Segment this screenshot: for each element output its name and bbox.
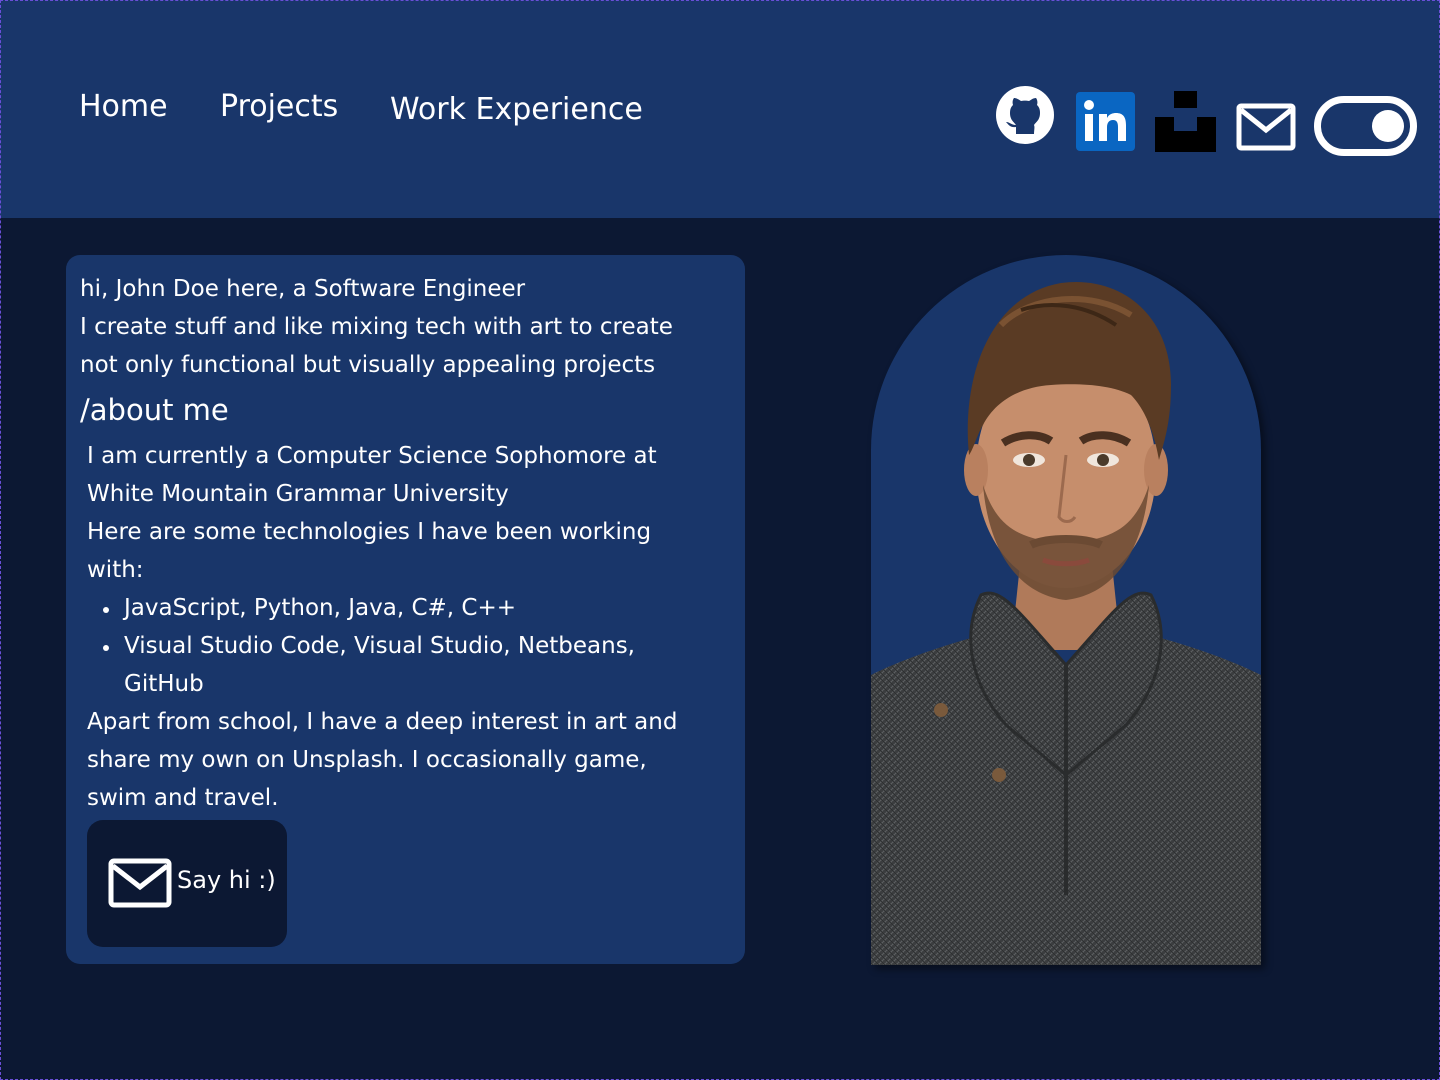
say-hi-label: Say hi :)	[177, 866, 276, 894]
about-card: hi, John Doe here, a Software Engineer I…	[66, 255, 745, 964]
site-header: Home Projects Work Experience	[0, 0, 1440, 218]
profile-photo	[871, 255, 1261, 965]
about-paragraph-3-line-1: Apart from school, I have a deep interes…	[87, 709, 678, 735]
intro-tagline-line-1: I create stuff and like mixing tech with…	[80, 314, 673, 340]
linkedin-icon[interactable]	[1076, 92, 1135, 151]
intro-greeting: hi, John Doe here, a Software Engineer	[80, 276, 526, 302]
about-paragraph-3-line-3: swim and travel.	[87, 785, 279, 811]
about-paragraph-1-line-1: I am currently a Computer Science Sophom…	[87, 443, 657, 469]
unsplash-icon[interactable]	[1155, 91, 1216, 152]
bullet-icon	[103, 645, 109, 651]
tech-list-item-tools-line-2: GitHub	[124, 671, 204, 697]
nav-work-experience-link[interactable]: Work Experience	[390, 92, 643, 127]
mail-icon	[108, 858, 172, 908]
about-paragraph-2-line-1: Here are some technologies I have been w…	[87, 519, 652, 545]
bullet-icon	[103, 607, 109, 613]
about-heading: /about me	[80, 393, 229, 427]
mail-icon[interactable]	[1236, 103, 1296, 151]
about-paragraph-1-line-2: White Mountain Grammar University	[87, 481, 509, 507]
nav-projects-link[interactable]: Projects	[220, 89, 338, 124]
tech-list-item-languages: JavaScript, Python, Java, C#, C++	[124, 595, 517, 621]
toggle-knob	[1372, 110, 1404, 142]
about-paragraph-3-line-2: share my own on Unsplash. I occasionally…	[87, 747, 647, 773]
tech-list-item-tools-line-1: Visual Studio Code, Visual Studio, Netbe…	[124, 633, 635, 659]
github-icon[interactable]	[994, 84, 1056, 146]
nav-home-link[interactable]: Home	[79, 89, 168, 124]
theme-toggle[interactable]	[1314, 96, 1417, 156]
say-hi-button[interactable]: Say hi :)	[87, 820, 287, 947]
intro-tagline-line-2: not only functional but visually appeali…	[80, 352, 656, 378]
about-paragraph-2-line-2: with:	[87, 557, 144, 583]
